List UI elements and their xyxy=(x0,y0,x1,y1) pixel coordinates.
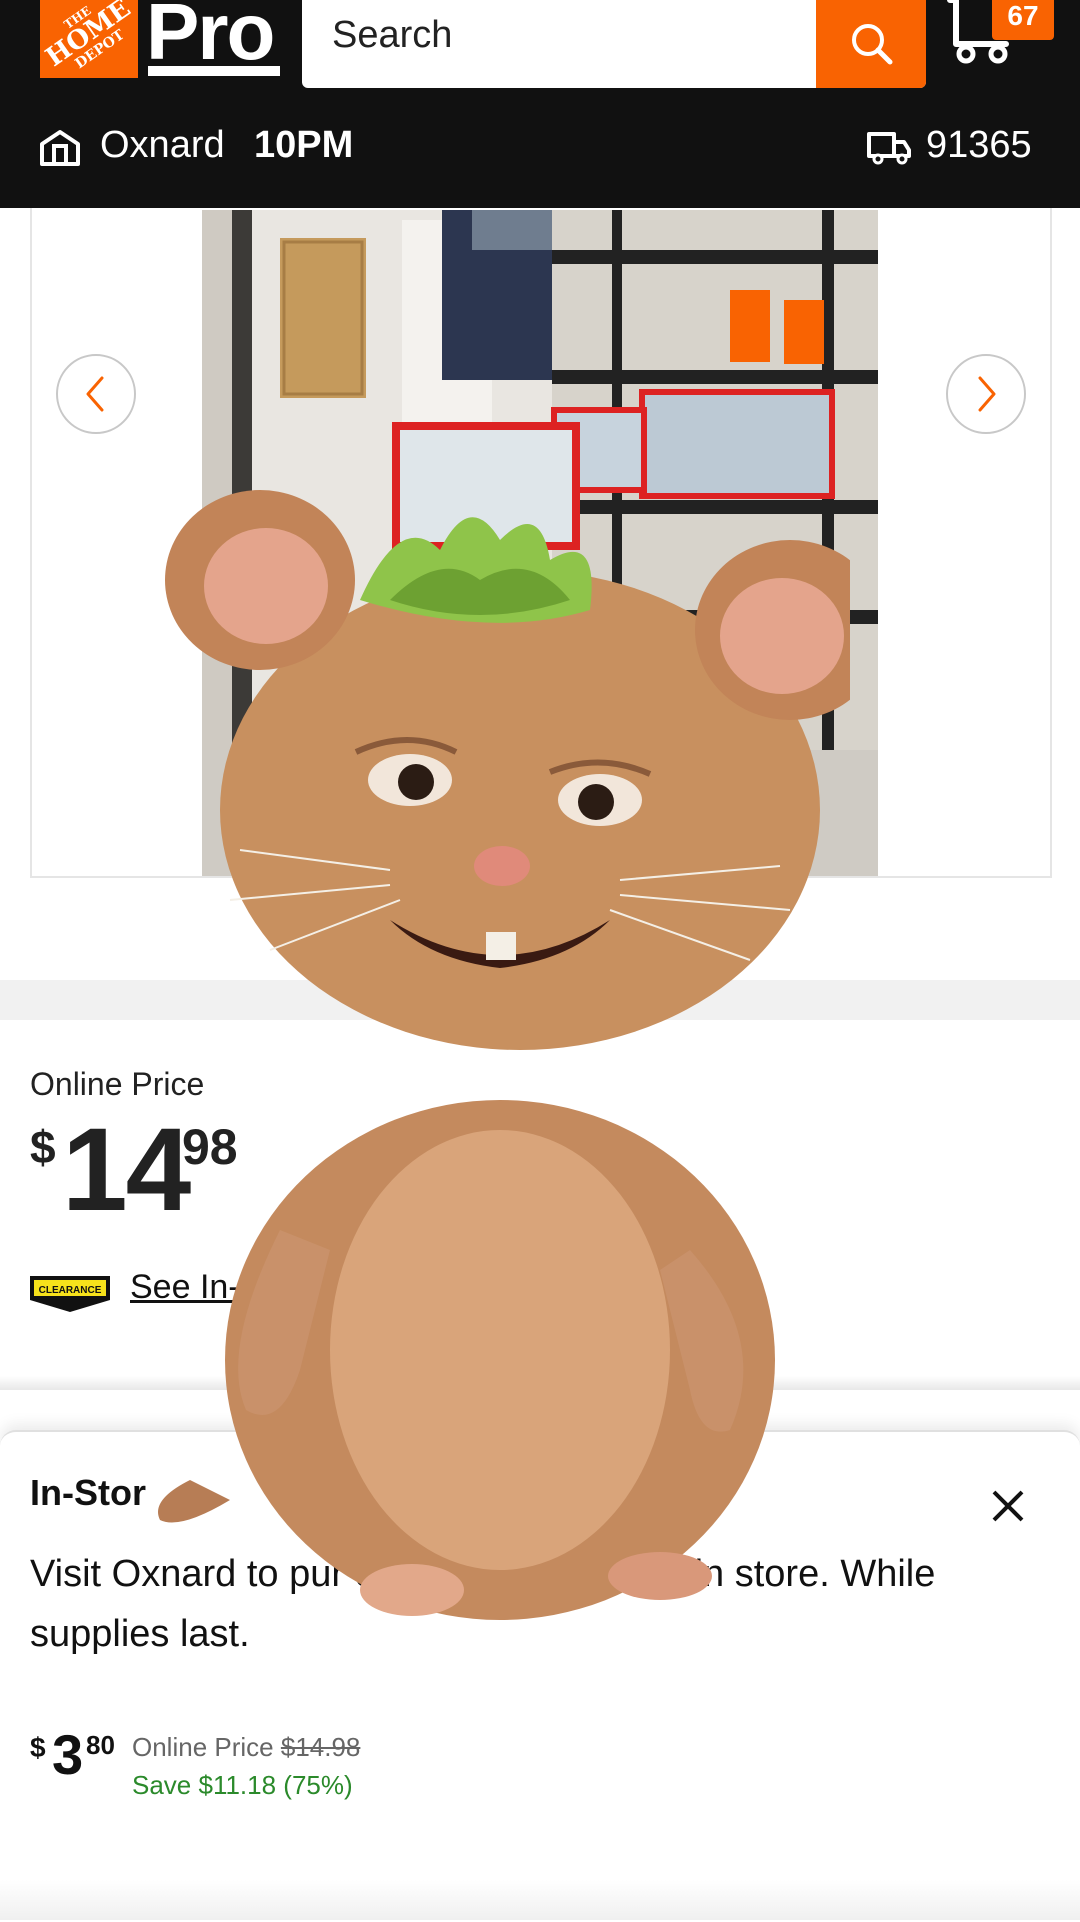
store-name: Oxnard xyxy=(100,124,225,166)
gallery-prev-button[interactable] xyxy=(56,354,136,434)
sheet-online-label: Online Price xyxy=(132,1732,274,1762)
instore-clearance-sheet: In-Stor Visit Oxnard to pur e this item … xyxy=(0,1430,1080,1922)
store-icon xyxy=(40,130,80,166)
section-shadow xyxy=(0,1376,1080,1390)
garage-shelf-photo xyxy=(202,210,878,876)
search-button[interactable] xyxy=(816,0,926,88)
online-price-label: Online Price xyxy=(30,1066,205,1102)
clearance-badge: CLEARANCE xyxy=(30,1276,110,1312)
store-hours: 10PM xyxy=(254,124,354,166)
store-info-row[interactable]: Oxnard 10PM 91365 xyxy=(0,118,1080,182)
pro-underline xyxy=(148,66,280,76)
bottom-fade xyxy=(0,1880,1080,1920)
product-photo[interactable] xyxy=(202,210,878,876)
price-cents: 98 xyxy=(182,1119,238,1175)
top-navigation-bar: THE HOME DEPOT Pro 67 Oxnard 10PM xyxy=(0,0,1080,208)
delivery-truck-icon xyxy=(867,132,911,165)
savings-text: Save $11.18 (75%) xyxy=(132,1770,353,1800)
section-divider xyxy=(0,980,1080,1020)
gallery-next-button[interactable] xyxy=(946,354,1026,434)
clearance-price-whole: 3 xyxy=(52,1723,84,1786)
clearance-badge-text: CLEARANCE xyxy=(39,1285,102,1296)
close-icon[interactable] xyxy=(988,1486,1028,1526)
cart-button[interactable]: 67 xyxy=(944,0,1054,70)
sheet-title: In-Stor xyxy=(30,1472,146,1513)
clearance-price-dollar: $ xyxy=(30,1732,46,1763)
sheet-message: Visit Oxnard to pur e this item learance… xyxy=(30,1553,936,1655)
price-whole: 14 xyxy=(62,1104,191,1236)
home-depot-logo[interactable]: THE HOME DEPOT xyxy=(40,0,138,78)
delivery-zip: 91365 xyxy=(926,124,1032,166)
clearance-price-cents: 80 xyxy=(86,1730,115,1760)
search-icon xyxy=(852,24,893,65)
sheet-old-price: $14.98 xyxy=(280,1732,361,1762)
sheet-online-price: Online Price $14.98 xyxy=(132,1732,360,1763)
price-dollar-sign: $ xyxy=(30,1121,56,1173)
see-instore-link[interactable]: See In-S xyxy=(130,1268,262,1307)
chevron-left-icon xyxy=(86,376,104,412)
cart-count-badge: 67 xyxy=(992,0,1054,40)
chevron-right-icon xyxy=(978,376,996,412)
search-bar xyxy=(302,0,926,88)
search-input[interactable] xyxy=(332,0,812,70)
